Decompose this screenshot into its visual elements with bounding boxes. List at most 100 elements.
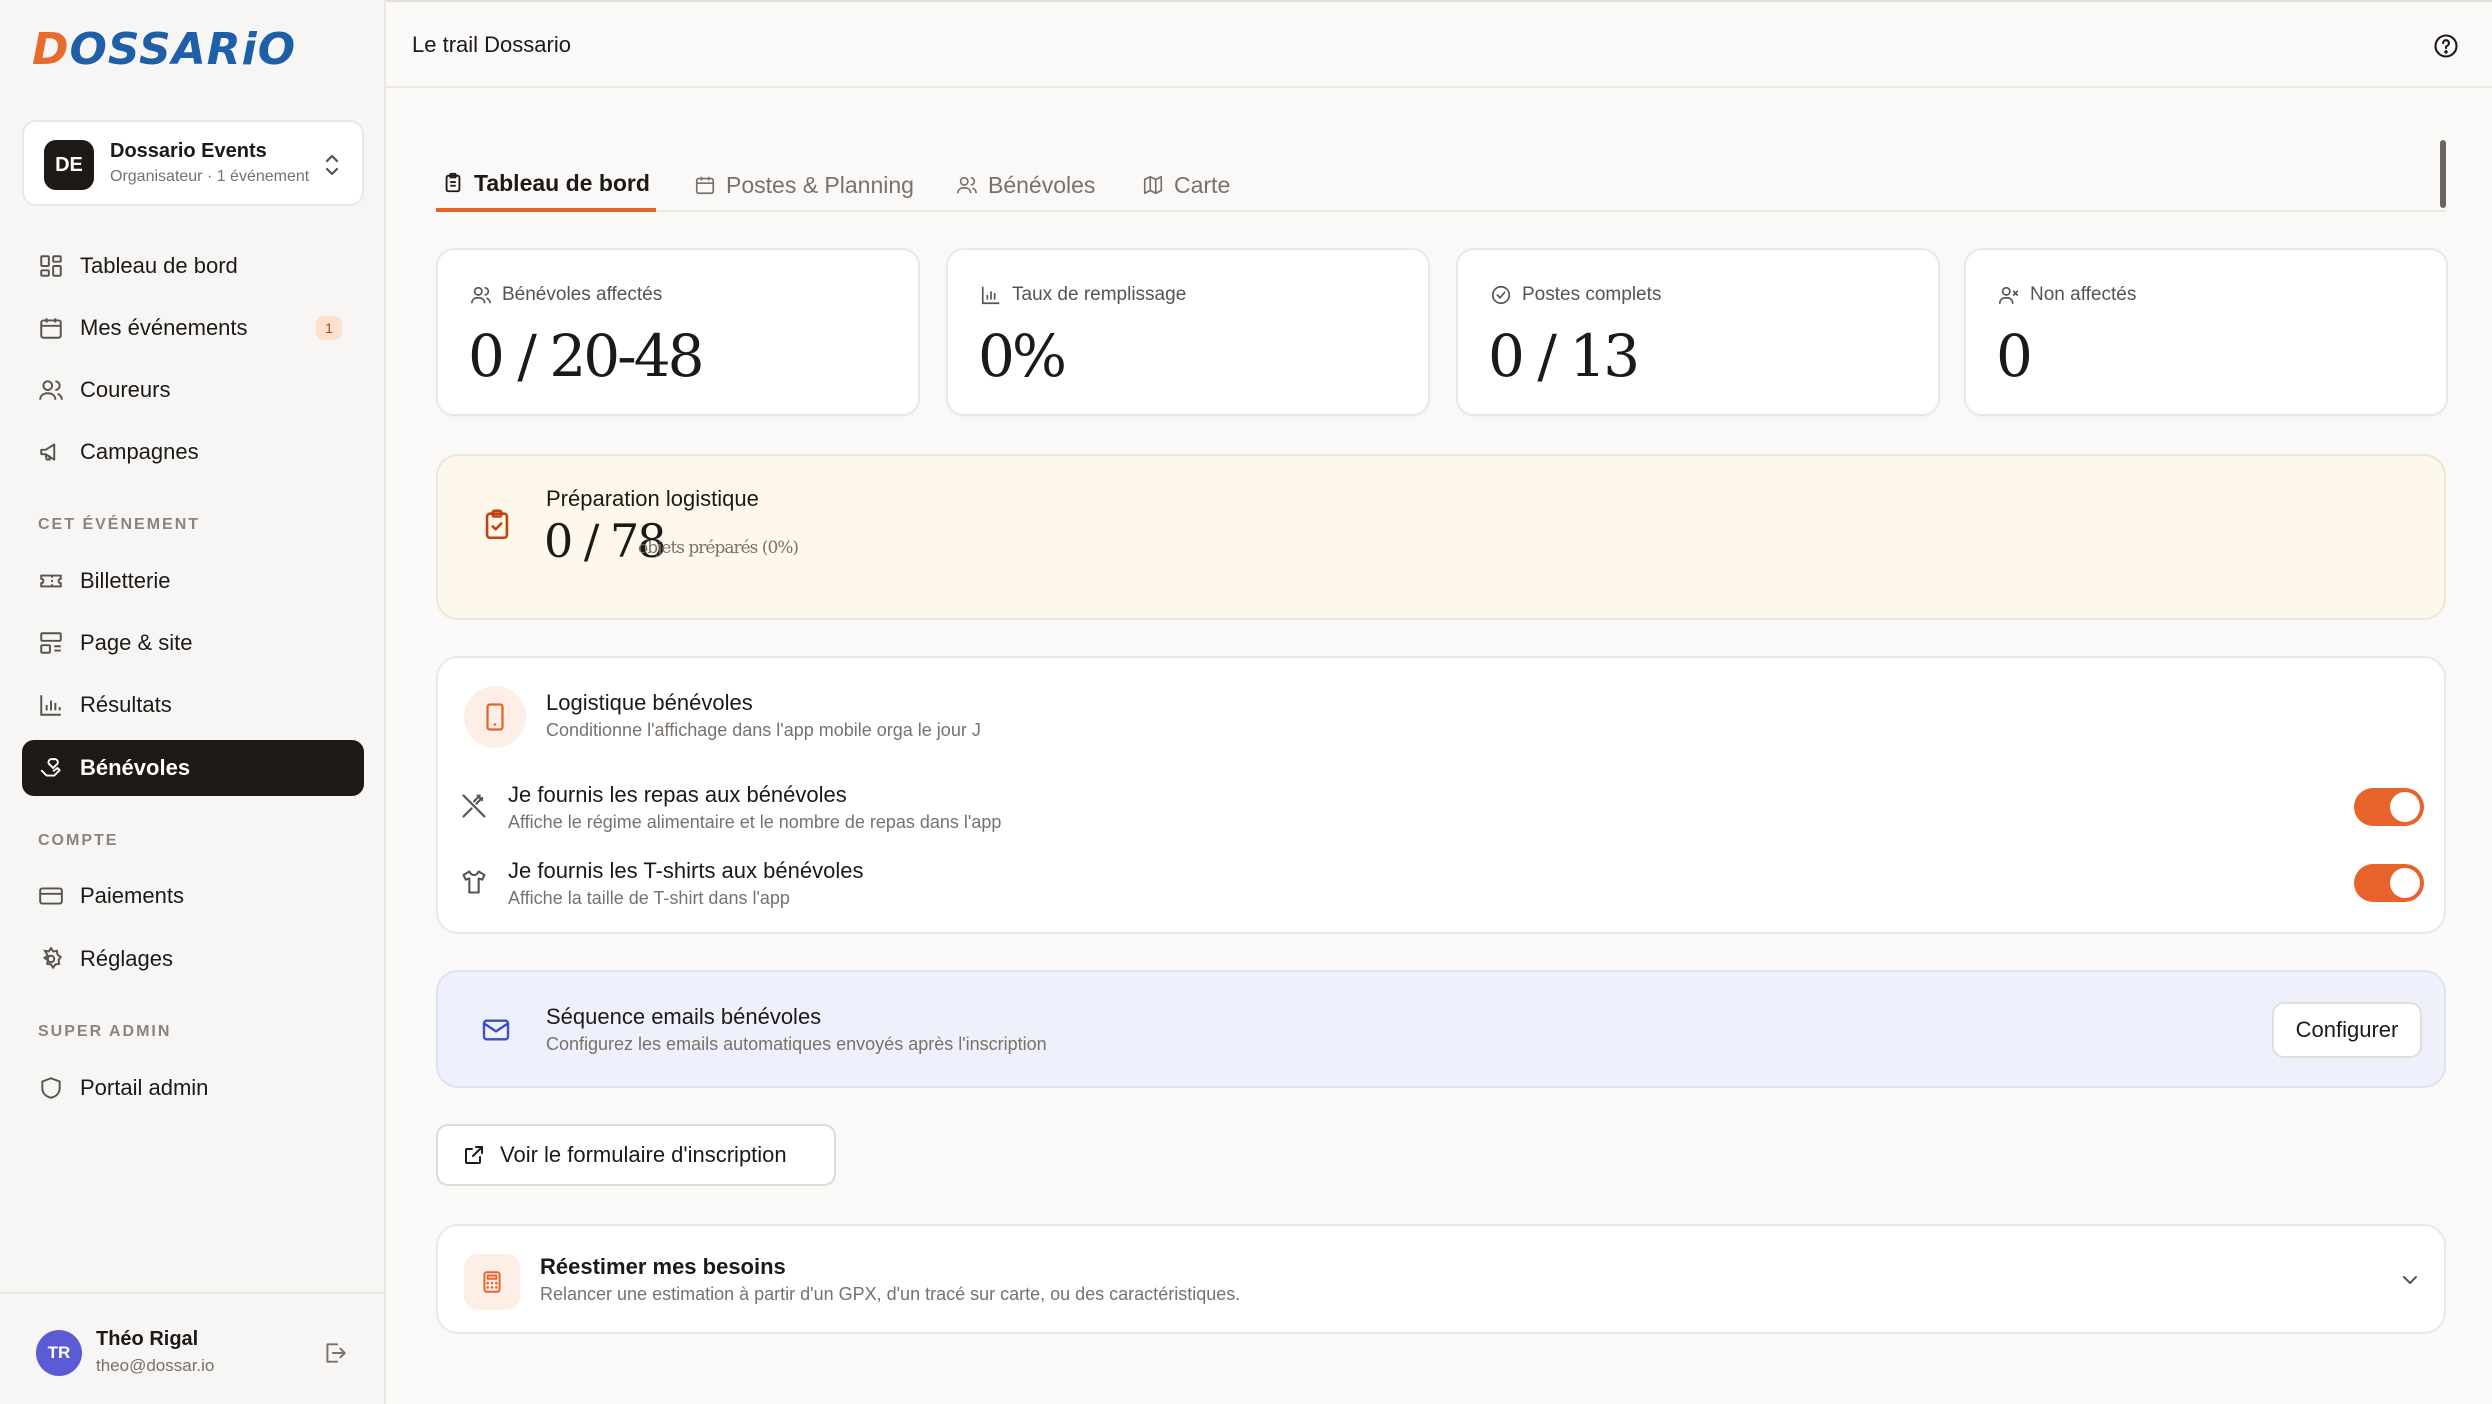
tshirts-option-title: Je fournis les T-shirts aux bénévoles <box>508 858 864 883</box>
page-title: Le trail Dossario <box>412 32 571 57</box>
user-name: Théo Rigal <box>96 1328 199 1350</box>
section-title-event: CET ÉVÉNEMENT <box>38 516 201 533</box>
logistics-title: Logistique bénévoles <box>546 690 753 715</box>
stat-card-unassigned: Non affectés 0 <box>1964 248 2448 416</box>
org-avatar: DE <box>44 140 94 190</box>
prep-title: Préparation logistique <box>546 486 759 511</box>
stat-value: 0% <box>978 322 1067 390</box>
tab-label: Carte <box>1174 171 1231 198</box>
meals-option-title: Je fournis les repas aux bénévoles <box>508 782 847 807</box>
volunteer-logistics-card: Logistique bénévoles Conditionne l'affic… <box>436 656 2446 934</box>
reestimate-needs-card[interactable]: Réestimer mes besoins Relancer une estim… <box>436 1224 2446 1334</box>
calculator-icon-wrapper <box>464 1254 520 1310</box>
chevron-up-down-icon <box>325 154 339 176</box>
sidebar-item-results[interactable]: Résultats <box>22 677 364 733</box>
bar-chart-icon <box>981 286 1000 305</box>
tab-label: Tableau de bord <box>474 169 650 196</box>
hand-heart-icon <box>40 758 61 777</box>
logistics-preparation-card[interactable]: Préparation logistique 0 / 78 objets pré… <box>436 454 2446 620</box>
dossario-logo[interactable]: DOSSARiO <box>32 24 296 75</box>
utensils-crossed-icon <box>462 794 486 818</box>
stat-card-assigned-volunteers: Bénévoles affectés 0 / 20-48 <box>436 248 920 416</box>
logout-icon[interactable] <box>322 1340 348 1366</box>
sidebar-item-label: Résultats <box>80 692 172 717</box>
calendar-icon <box>695 176 715 195</box>
sidebar-item-my-events[interactable]: Mes événements 1 <box>22 300 364 356</box>
stat-value: 0 / 20-48 <box>468 322 705 390</box>
email-sequence-card: Séquence emails bénévoles Configurez les… <box>436 970 2446 1088</box>
dashboard-icon <box>40 255 62 277</box>
mail-icon <box>482 1019 510 1041</box>
stat-label: Bénévoles affectés <box>470 284 662 306</box>
users-icon <box>39 380 63 400</box>
external-link-icon <box>465 1146 483 1164</box>
sidebar-item-payments[interactable]: Paiements <box>22 868 364 924</box>
sidebar-item-label: Bénévoles <box>80 755 191 780</box>
help-icon[interactable] <box>2432 32 2460 60</box>
chevron-down-icon[interactable] <box>2398 1268 2422 1292</box>
reestimate-subtitle: Relancer une estimation à partir d'un GP… <box>540 1284 1241 1304</box>
toggle-knob <box>2390 868 2420 898</box>
sidebar-item-label: Paiements <box>80 883 184 908</box>
sidebar-item-runners[interactable]: Coureurs <box>22 362 364 418</box>
sidebar-item-ticketing[interactable]: Billetterie <box>22 553 364 609</box>
shield-icon <box>41 1077 61 1099</box>
tab-posts-planning[interactable]: Postes & Planning <box>694 158 914 212</box>
avatar[interactable]: TR <box>36 1330 82 1376</box>
sidebar-item-admin-portal[interactable]: Portail admin <box>22 1060 364 1116</box>
user-email: theo@dossar.io <box>96 1356 215 1375</box>
layout-icon <box>40 632 62 654</box>
tabs: Tableau de bord Postes & Planning Bénévo… <box>436 150 2446 212</box>
sidebar-item-volunteers[interactable]: Bénévoles <box>22 740 364 796</box>
email-sequence-title: Séquence emails bénévoles <box>546 1004 822 1029</box>
bar-chart-icon <box>40 695 61 716</box>
organization-switcher[interactable]: DE Dossario Events Organisateur · 1 évén… <box>22 120 364 206</box>
logistics-subtitle: Conditionne l'affichage dans l'app mobil… <box>546 720 981 740</box>
sidebar-item-label: Campagnes <box>80 439 199 464</box>
sidebar-item-label: Coureurs <box>80 377 171 402</box>
smartphone-icon <box>486 703 504 731</box>
sidebar-item-settings[interactable]: Réglages <box>22 931 364 987</box>
view-registration-form-button[interactable]: Voir le formulaire d'inscription <box>436 1124 836 1186</box>
user-x-icon <box>1999 286 2019 305</box>
tab-map[interactable]: Carte <box>1142 158 1230 212</box>
calculator-icon <box>483 1271 501 1293</box>
toggle-knob <box>2390 792 2420 822</box>
scrollbar[interactable] <box>2440 140 2446 208</box>
tab-dashboard[interactable]: Tableau de bord <box>436 158 656 212</box>
stat-card-fill-rate: Taux de remplissage 0% <box>946 248 1430 416</box>
org-role: Organisateur · 1 événement <box>110 168 310 185</box>
tshirts-toggle[interactable] <box>2354 864 2424 902</box>
sidebar: DOSSARiO DE Dossario Events Organisateur… <box>0 0 386 1404</box>
top-bar: Le trail Dossario <box>386 0 2492 88</box>
tab-label: Postes & Planning <box>726 171 914 198</box>
org-name: Dossario Events <box>110 140 267 162</box>
section-title-super-admin: SUPER ADMIN <box>38 1023 172 1040</box>
sidebar-item-label: Page & site <box>80 630 193 655</box>
sidebar-item-label: Mes événements <box>80 315 248 340</box>
configure-button[interactable]: Configurer <box>2272 1002 2422 1058</box>
sidebar-item-dashboard[interactable]: Tableau de bord <box>22 238 364 294</box>
button-label: Voir le formulaire d'inscription <box>500 1142 787 1167</box>
ticket-icon <box>40 574 62 588</box>
sidebar-item-page-site[interactable]: Page & site <box>22 615 364 671</box>
phone-icon-wrapper <box>464 686 526 748</box>
check-circle-icon <box>1491 285 1511 305</box>
sidebar-item-label: Réglages <box>80 946 173 971</box>
users-icon <box>471 286 491 304</box>
meals-toggle[interactable] <box>2354 788 2424 826</box>
calendar-icon <box>40 318 62 339</box>
section-title-account: COMPTE <box>38 832 119 849</box>
tab-label: Bénévoles <box>988 171 1096 198</box>
map-icon <box>1143 175 1163 195</box>
credit-card-icon <box>39 887 63 905</box>
email-sequence-subtitle: Configurez les emails automatiques envoy… <box>546 1034 1047 1054</box>
sidebar-item-campaigns[interactable]: Campagnes <box>22 424 364 480</box>
gear-icon <box>42 946 63 970</box>
user-profile: TR Théo Rigal theo@dossar.io <box>0 1292 386 1404</box>
prep-subtitle: objets préparés (0%) <box>638 538 799 558</box>
tab-volunteers[interactable]: Bénévoles <box>956 158 1095 212</box>
clipboard-check-icon <box>485 509 509 540</box>
shirt-icon <box>462 870 486 894</box>
stat-value: 0 / 13 <box>1488 322 1640 390</box>
